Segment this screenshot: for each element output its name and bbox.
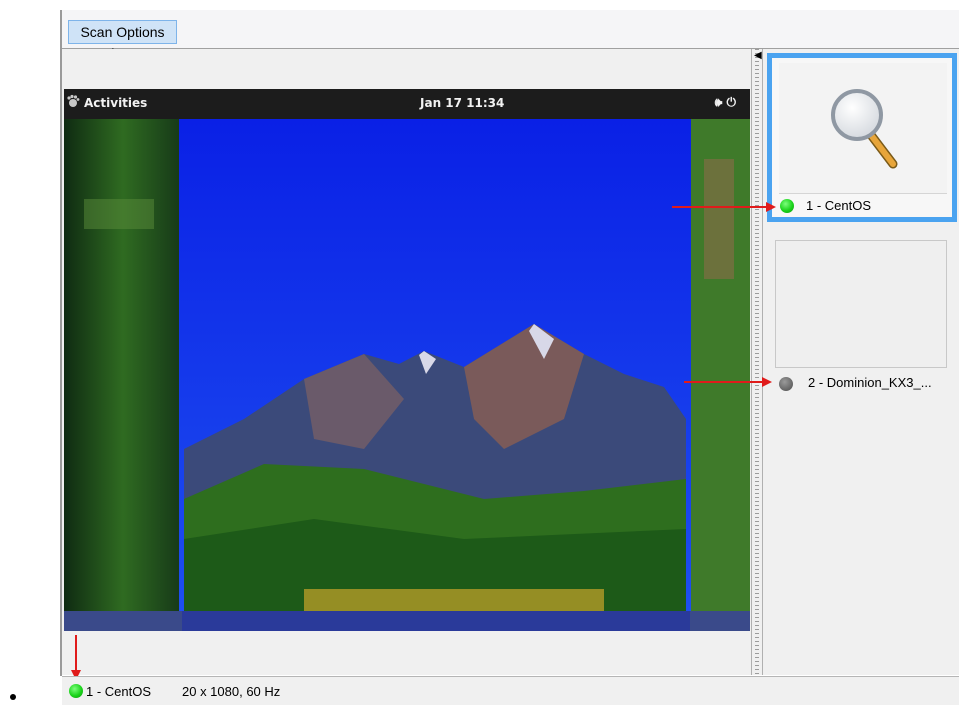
status-led-icon <box>69 684 83 698</box>
annotation-arrows <box>71 202 776 680</box>
status-target-label: 1 - CentOS <box>86 684 152 699</box>
status-resolution: 20 x 1080, 60 Hz <box>182 684 281 699</box>
bullet-dot <box>10 694 16 700</box>
